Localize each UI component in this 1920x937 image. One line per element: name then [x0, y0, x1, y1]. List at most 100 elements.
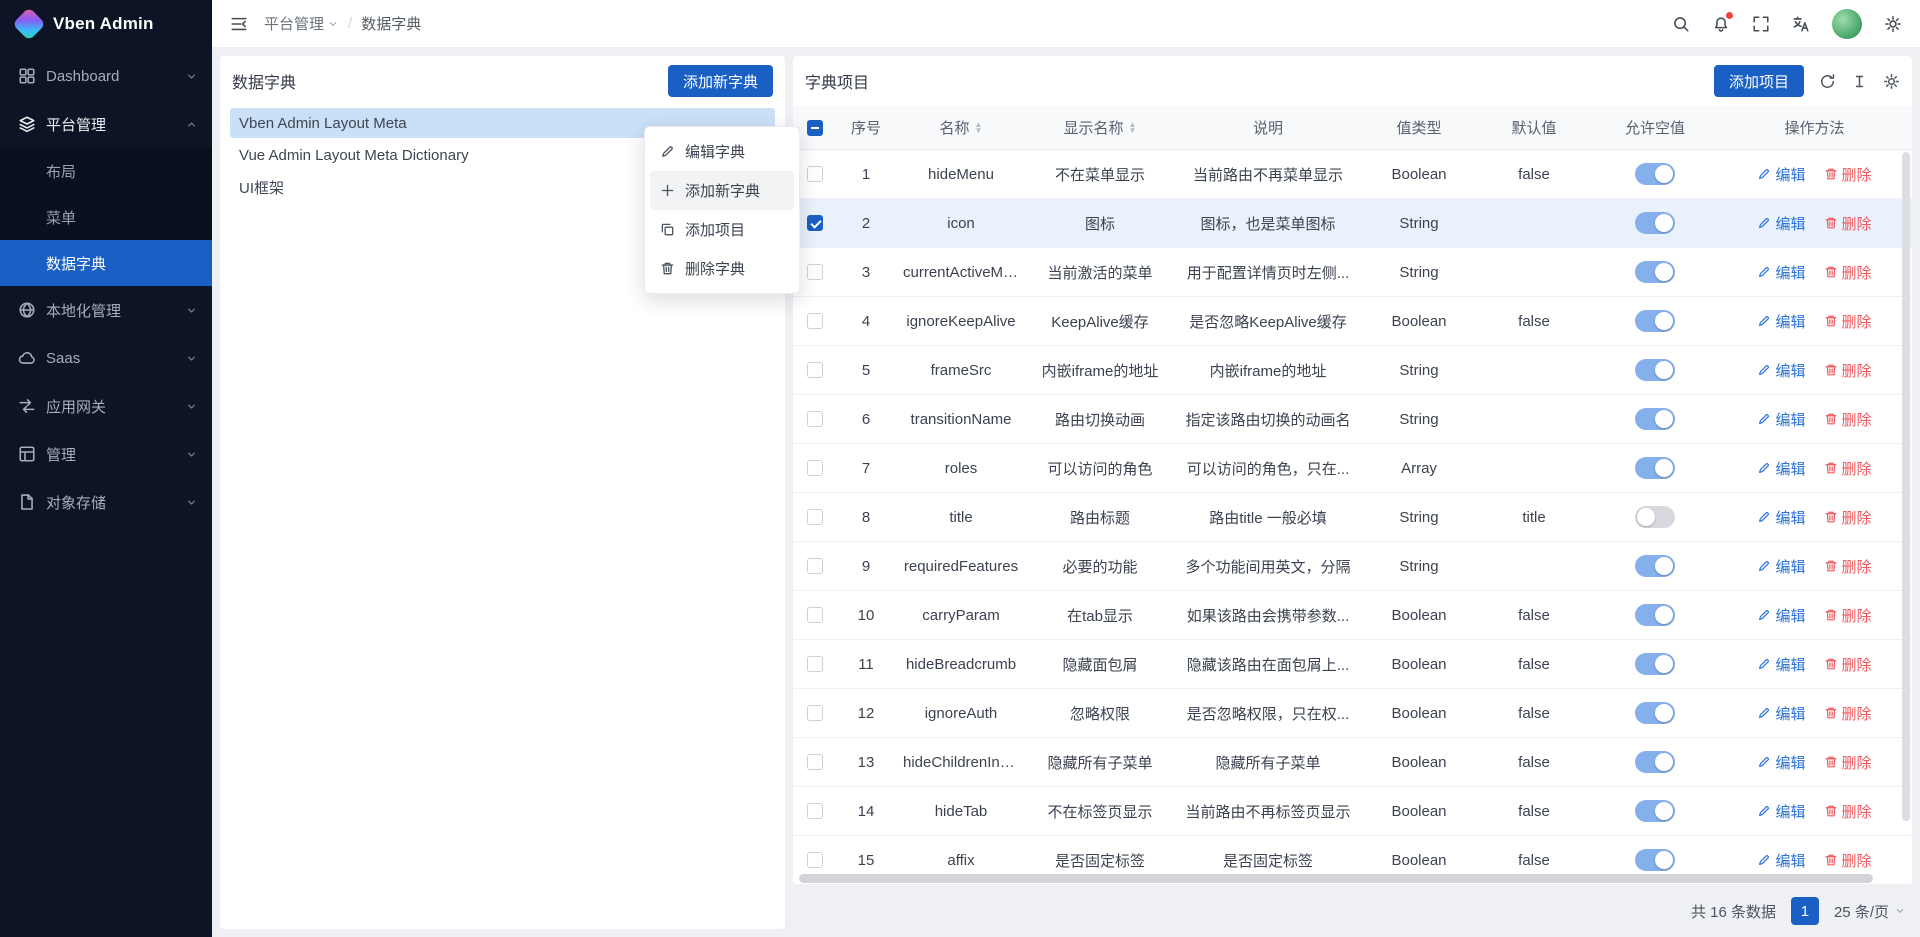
- allow-empty-toggle[interactable]: [1635, 310, 1675, 332]
- sidebar-item[interactable]: Saas: [0, 334, 212, 382]
- context-menu-item[interactable]: 删除字典: [650, 249, 794, 288]
- edit-button[interactable]: 编辑: [1757, 458, 1805, 479]
- row-checkbox[interactable]: [807, 754, 823, 770]
- edit-button[interactable]: 编辑: [1757, 850, 1805, 871]
- search-button[interactable]: [1672, 15, 1690, 33]
- allow-empty-toggle[interactable]: [1635, 653, 1675, 675]
- sidebar-item[interactable]: 对象存储: [0, 478, 212, 526]
- breadcrumb-section[interactable]: 平台管理: [264, 13, 339, 34]
- edit-button[interactable]: 编辑: [1757, 311, 1805, 332]
- sidebar-subitem[interactable]: 布局: [0, 148, 212, 194]
- translate-button[interactable]: [1792, 15, 1810, 33]
- page-size-select[interactable]: 25 条/页: [1834, 901, 1906, 922]
- row-checkbox[interactable]: [807, 411, 823, 427]
- sidebar-subitem[interactable]: 菜单: [0, 194, 212, 240]
- allow-empty-toggle[interactable]: [1635, 604, 1675, 626]
- delete-button[interactable]: 删除: [1824, 654, 1872, 675]
- add-item-button[interactable]: 添加项目: [1714, 65, 1804, 97]
- delete-button[interactable]: 删除: [1824, 556, 1872, 577]
- row-checkbox[interactable]: [807, 656, 823, 672]
- delete-button[interactable]: 删除: [1824, 507, 1872, 528]
- context-menu-item[interactable]: 添加新字典: [650, 171, 794, 210]
- sidebar-subitem[interactable]: 数据字典: [0, 240, 212, 286]
- edit-button[interactable]: 编辑: [1757, 605, 1805, 626]
- sidebar-item[interactable]: 管理: [0, 430, 212, 478]
- row-checkbox[interactable]: [807, 803, 823, 819]
- delete-button[interactable]: 删除: [1824, 703, 1872, 724]
- header-cell[interactable]: 名称▲▼: [895, 117, 1027, 138]
- sidebar-item[interactable]: 应用网关: [0, 382, 212, 430]
- allow-empty-toggle[interactable]: [1635, 800, 1675, 822]
- fullscreen-button[interactable]: [1752, 15, 1770, 33]
- row-checkbox[interactable]: [807, 705, 823, 721]
- allow-empty-toggle[interactable]: [1635, 163, 1675, 185]
- horizontal-scrollbar-thumb[interactable]: [799, 874, 1873, 883]
- sort-icon[interactable]: ▲▼: [1129, 122, 1137, 134]
- add-dictionary-button[interactable]: 添加新字典: [668, 65, 773, 97]
- row-checkbox[interactable]: [807, 264, 823, 280]
- delete-button[interactable]: 删除: [1824, 409, 1872, 430]
- row-checkbox[interactable]: [807, 460, 823, 476]
- chevron-down-icon: [1894, 905, 1906, 917]
- refresh-button[interactable]: [1819, 73, 1836, 90]
- row-checkbox[interactable]: [807, 852, 823, 868]
- sidebar-item[interactable]: 本地化管理: [0, 286, 212, 334]
- row-checkbox[interactable]: [807, 166, 823, 182]
- row-checkbox[interactable]: [807, 509, 823, 525]
- edit-button[interactable]: 编辑: [1757, 703, 1805, 724]
- row-checkbox[interactable]: [807, 313, 823, 329]
- edit-button[interactable]: 编辑: [1757, 360, 1805, 381]
- delete-button[interactable]: 删除: [1824, 360, 1872, 381]
- delete-button[interactable]: 删除: [1824, 458, 1872, 479]
- allow-empty-toggle[interactable]: [1635, 408, 1675, 430]
- delete-button[interactable]: 删除: [1824, 605, 1872, 626]
- delete-button[interactable]: 删除: [1824, 311, 1872, 332]
- edit-button[interactable]: 编辑: [1757, 752, 1805, 773]
- allow-empty-toggle[interactable]: [1635, 849, 1675, 871]
- allow-empty-toggle[interactable]: [1635, 457, 1675, 479]
- row-height-button[interactable]: [1851, 73, 1868, 90]
- select-all-checkbox[interactable]: [807, 120, 823, 136]
- vertical-scrollbar-thumb[interactable]: [1902, 152, 1910, 821]
- allow-empty-toggle[interactable]: [1635, 359, 1675, 381]
- edit-button[interactable]: 编辑: [1757, 654, 1805, 675]
- allow-empty-toggle[interactable]: [1635, 702, 1675, 724]
- user-avatar[interactable]: [1832, 9, 1862, 39]
- settings-button[interactable]: [1884, 15, 1902, 33]
- allow-empty-toggle[interactable]: [1635, 212, 1675, 234]
- row-checkbox[interactable]: [807, 362, 823, 378]
- header-cell[interactable]: 显示名称▲▼: [1027, 117, 1173, 138]
- app-logo[interactable]: Vben Admin: [0, 0, 212, 48]
- row-checkbox[interactable]: [807, 607, 823, 623]
- collapse-sidebar-button[interactable]: [230, 15, 248, 33]
- edit-button[interactable]: 编辑: [1757, 801, 1805, 822]
- edit-button[interactable]: 编辑: [1757, 507, 1805, 528]
- row-checkbox[interactable]: [807, 215, 823, 231]
- delete-button[interactable]: 删除: [1824, 213, 1872, 234]
- delete-button[interactable]: 删除: [1824, 801, 1872, 822]
- context-menu-item[interactable]: 添加项目: [650, 210, 794, 249]
- gear-button[interactable]: [1883, 73, 1900, 90]
- allow-empty-toggle[interactable]: [1635, 506, 1675, 528]
- table-vertical-scrollbar[interactable]: [1902, 152, 1910, 871]
- edit-button[interactable]: 编辑: [1757, 409, 1805, 430]
- allow-empty-toggle[interactable]: [1635, 261, 1675, 283]
- delete-button[interactable]: 删除: [1824, 164, 1872, 185]
- edit-button[interactable]: 编辑: [1757, 556, 1805, 577]
- allow-empty-toggle[interactable]: [1635, 751, 1675, 773]
- delete-button[interactable]: 删除: [1824, 850, 1872, 871]
- row-checkbox[interactable]: [807, 558, 823, 574]
- delete-button[interactable]: 删除: [1824, 752, 1872, 773]
- edit-button[interactable]: 编辑: [1757, 262, 1805, 283]
- bell-button[interactable]: [1712, 15, 1730, 33]
- sort-icon[interactable]: ▲▼: [975, 122, 983, 134]
- edit-button[interactable]: 编辑: [1757, 164, 1805, 185]
- allow-empty-toggle[interactable]: [1635, 555, 1675, 577]
- context-menu-item[interactable]: 编辑字典: [650, 132, 794, 171]
- table-horizontal-scrollbar[interactable]: [799, 874, 1906, 883]
- pagination-page-button[interactable]: 1: [1791, 897, 1819, 925]
- delete-button[interactable]: 删除: [1824, 262, 1872, 283]
- sidebar-item[interactable]: 平台管理: [0, 100, 212, 148]
- sidebar-item[interactable]: Dashboard: [0, 52, 212, 100]
- edit-button[interactable]: 编辑: [1757, 213, 1805, 234]
